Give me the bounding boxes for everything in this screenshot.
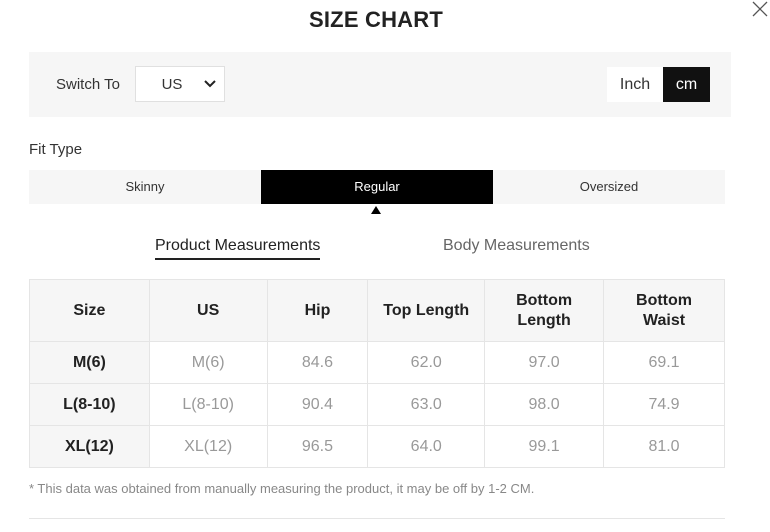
table-cell: XL(12) bbox=[29, 425, 150, 468]
measurement-note: * This data was obtained from manually m… bbox=[29, 481, 535, 496]
table-cell: 81.0 bbox=[603, 425, 725, 468]
switch-to-label: Switch To bbox=[56, 76, 120, 93]
fit-option-skinny[interactable]: Skinny bbox=[29, 170, 261, 204]
header-us: US bbox=[148, 279, 268, 342]
table-cell: M(6) bbox=[148, 341, 268, 384]
unit-toggle: Inch cm bbox=[607, 67, 710, 102]
table-cell: XL(12) bbox=[148, 425, 268, 468]
tab-product-measurements[interactable]: Product Measurements bbox=[155, 236, 321, 260]
fit-type-label: Fit Type bbox=[29, 141, 83, 158]
unit-cm-button[interactable]: cm bbox=[663, 67, 710, 102]
region-select[interactable]: US bbox=[135, 66, 225, 102]
header-bottom-waist-text: Bottom Waist bbox=[636, 291, 692, 329]
region-select-value: US bbox=[161, 75, 183, 93]
close-icon[interactable] bbox=[749, 0, 769, 20]
table-cell: 98.0 bbox=[484, 383, 605, 426]
table-row: L(8-10) L(8-10) 90.4 63.0 98.0 74.9 bbox=[29, 383, 725, 426]
fit-option-oversized[interactable]: Oversized bbox=[493, 170, 725, 204]
header-bottom-length: Bottom Length bbox=[484, 279, 605, 342]
table-row: XL(12) XL(12) 96.5 64.0 99.1 81.0 bbox=[29, 425, 725, 468]
table-cell: 74.9 bbox=[603, 383, 725, 426]
table-cell: 69.1 bbox=[603, 341, 725, 384]
tab-body-measurements[interactable]: Body Measurements bbox=[443, 236, 590, 256]
table-cell: 64.0 bbox=[367, 425, 486, 468]
fit-option-regular[interactable]: Regular bbox=[261, 170, 493, 204]
divider bbox=[29, 518, 725, 519]
table-header-row: Size US Hip Top Length Bottom Length Bot… bbox=[29, 279, 725, 342]
header-bottom-waist: Bottom Waist bbox=[603, 279, 725, 342]
table-cell: 97.0 bbox=[484, 341, 605, 384]
table-cell: 90.4 bbox=[266, 383, 369, 426]
unit-inch-button[interactable]: Inch bbox=[607, 67, 663, 102]
table-row: M(6) M(6) 84.6 62.0 97.0 69.1 bbox=[29, 341, 725, 384]
table-cell: 62.0 bbox=[367, 341, 486, 384]
table-cell: 84.6 bbox=[266, 341, 369, 384]
size-table: Size US Hip Top Length Bottom Length Bot… bbox=[29, 279, 725, 468]
caret-up-icon bbox=[371, 206, 381, 214]
page-title: SIZE CHART bbox=[309, 7, 443, 32]
table-cell: L(8-10) bbox=[29, 383, 150, 426]
table-cell: 63.0 bbox=[367, 383, 486, 426]
table-cell: 99.1 bbox=[484, 425, 605, 468]
table-cell: M(6) bbox=[29, 341, 150, 384]
header-top-length: Top Length bbox=[367, 279, 486, 342]
header-bottom-length-text: Bottom Length bbox=[516, 291, 573, 329]
header-size: Size bbox=[29, 279, 150, 342]
table-cell: L(8-10) bbox=[148, 383, 268, 426]
chevron-down-icon bbox=[196, 79, 224, 89]
table-cell: 96.5 bbox=[266, 425, 369, 468]
fit-type-selector: Skinny Regular Oversized bbox=[29, 170, 725, 204]
header-hip: Hip bbox=[266, 279, 369, 342]
unit-switch-bar: Switch To US Inch cm bbox=[29, 52, 731, 117]
